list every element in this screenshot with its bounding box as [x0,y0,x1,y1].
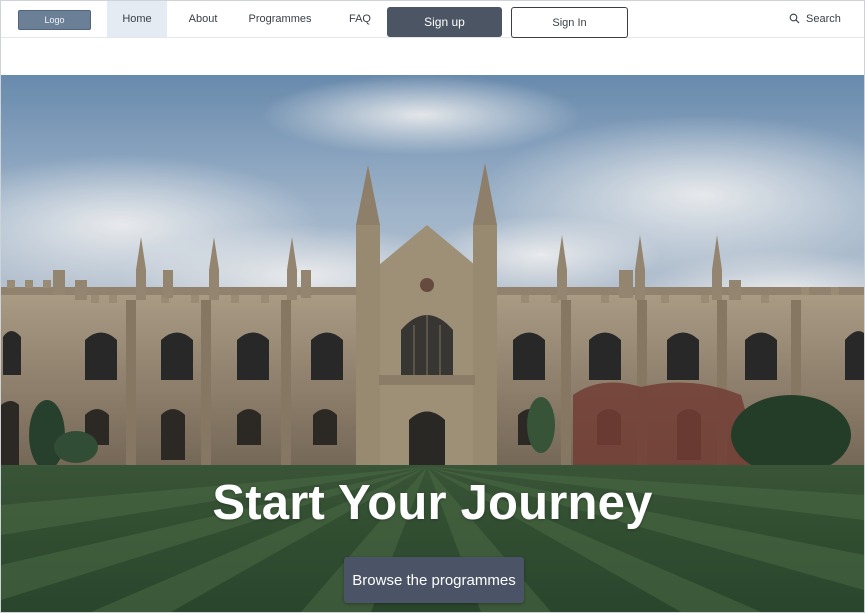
hero-background-image [1,75,864,612]
nav-link-programmes[interactable]: Programmes [241,1,319,37]
top-navbar: Logo Home About Programmes FAQ Sign up S… [1,1,864,38]
nav-link-about[interactable]: About [179,1,227,37]
hero-title: Start Your Journey [212,476,653,530]
signup-button[interactable]: Sign up [387,7,502,37]
nav-link-home[interactable]: Home [107,1,167,37]
logo[interactable]: Logo [18,10,91,30]
page-frame: Logo Home About Programmes FAQ Sign up S… [0,0,865,613]
browse-programmes-button[interactable]: Browse the programmes [344,557,524,603]
hero-section [1,75,864,612]
search-label: Search [806,13,841,25]
signin-button[interactable]: Sign In [511,7,628,38]
search-link[interactable]: Search [789,1,841,37]
nav-link-faq[interactable]: FAQ [341,1,379,37]
search-icon [789,13,800,24]
